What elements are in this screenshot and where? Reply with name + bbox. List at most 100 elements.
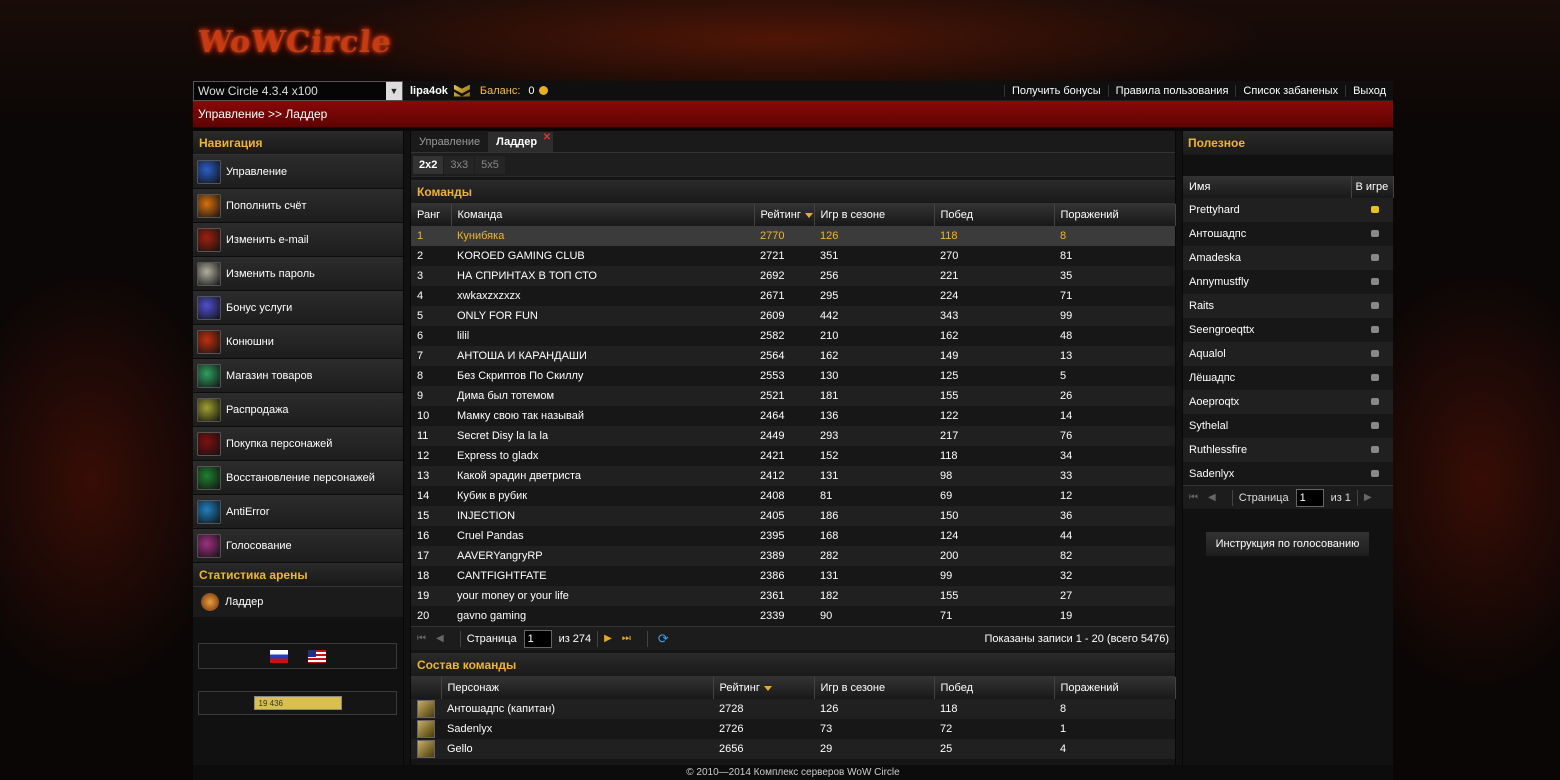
chevron-down-icon[interactable]: ▼ [386,81,402,100]
player-name: Sythelal [1183,414,1351,438]
table-row[interactable]: 15 INJECTION 2405 186 150 36 [411,506,1175,526]
nav-item[interactable]: Распродажа [193,393,403,427]
us-flag-icon[interactable] [307,649,326,663]
list-item[interactable]: Антошадпс [1183,222,1393,246]
table-row[interactable]: 3 НА СПРИНТАХ В ТОП СТО 2692 256 221 35 [411,266,1175,286]
team-rank: 15 [411,506,451,526]
first-page-icon[interactable]: ⏮ [417,633,426,644]
column-name[interactable]: Имя [1183,176,1352,198]
first-page-icon[interactable]: ⏮ [1189,492,1198,503]
nav-item[interactable]: Восстановление персонажей [193,461,403,495]
list-item[interactable]: Seengroeqttx [1183,318,1393,342]
table-row[interactable]: 17 AAVERYangryRP 2389 282 200 82 [411,546,1175,566]
list-item[interactable]: Ruthlessfire [1183,438,1393,462]
russian-flag-icon[interactable] [269,649,288,663]
column-online[interactable]: В игре [1351,176,1394,198]
nav-item[interactable]: Изменить пароль [193,257,403,291]
nav-item[interactable]: Изменить e-mail [193,223,403,257]
table-row[interactable]: 19 your money or your life 2361 182 155 27 [411,586,1175,606]
table-row[interactable]: 13 Какой эрадин дветриста 2412 131 98 33 [411,466,1175,486]
column-rank[interactable]: Ранг [411,204,452,226]
table-row[interactable]: 7 АНТОША И КАРАНДАШИ 2564 162 149 13 [411,346,1175,366]
table-row[interactable]: Sadenlyx 2726 73 72 1 [411,719,1175,739]
list-item[interactable]: Aqualol [1183,342,1393,366]
visitor-counter-box: 19 436 [198,691,397,715]
vote-instructions-button[interactable]: Инструкция по голосованию [1205,531,1370,557]
prev-page-icon[interactable]: ◀ [1208,492,1216,503]
table-row[interactable]: 12 Express to gladx 2421 152 118 34 [411,446,1175,466]
character-wins: 118 [934,699,1054,719]
table-row[interactable]: 11 Secret Disy la la la 2449 293 217 76 [411,426,1175,446]
table-row[interactable]: 14 Кубик в рубик 2408 81 69 12 [411,486,1175,506]
nav-item[interactable]: AntiError [193,495,403,529]
server-select[interactable]: Wow Circle 4.3.4 x100 ▼ [193,80,403,101]
column-roster-games[interactable]: Игр в сезоне [814,677,935,699]
table-row[interactable]: Антошадпс (капитан) 2728 126 118 8 [411,699,1175,719]
nav-item[interactable]: Пополнить счёт [193,189,403,223]
right-collapse-handle[interactable] [1176,131,1182,765]
status-icon [1371,302,1379,309]
get-bonus-link[interactable]: Получить бонусы [1003,84,1108,97]
next-page-icon[interactable]: ▶ [604,633,612,644]
nav-item[interactable]: Магазин товаров [193,359,403,393]
table-row[interactable]: Gello 2656 29 25 4 [411,739,1175,759]
team-losses: 99 [1054,306,1175,326]
tab-control[interactable]: Управление [411,132,488,152]
nav-item[interactable]: Бонус услуги [193,291,403,325]
column-roster-losses[interactable]: Поражений [1054,677,1176,699]
column-games[interactable]: Игр в сезоне [814,204,935,226]
wowcircle-logo[interactable]: WoWCircle [196,14,393,70]
column-rating[interactable]: Рейтинг [754,204,815,226]
left-collapse-handle[interactable] [404,131,410,765]
table-row[interactable]: 18 CANTFIGHTFATE 2386 131 99 32 [411,566,1175,586]
list-item[interactable]: Prettyhard [1183,198,1393,222]
refresh-icon[interactable]: ⟳ [658,631,669,647]
list-item[interactable]: Raits [1183,294,1393,318]
column-team[interactable]: Команда [451,204,755,226]
table-row[interactable]: 16 Cruel Pandas 2395 168 124 44 [411,526,1175,546]
prev-page-icon[interactable]: ◀ [436,633,444,644]
username[interactable]: lipa4ok [410,85,448,97]
table-row[interactable]: 10 Мамку свою так называй 2464 136 122 14 [411,406,1175,426]
list-item[interactable]: Sythelal [1183,414,1393,438]
banned-list-link[interactable]: Список забаненых [1235,84,1345,97]
table-row[interactable]: 2 KOROED GAMING CLUB 2721 351 270 81 [411,246,1175,266]
logout-link[interactable]: Выход [1345,84,1393,97]
next-page-icon[interactable]: ▶ [1364,492,1372,503]
rules-link[interactable]: Правила пользования [1107,84,1236,97]
column-roster-rating[interactable]: Рейтинг [713,677,815,699]
visitor-counter[interactable]: 19 436 [253,696,342,710]
last-page-icon[interactable]: ⏭ [622,633,631,644]
column-wins[interactable]: Побед [934,204,1055,226]
players-table-body: Prettyhard Антошадпс Amadeska Annymustfly Ra… [1183,198,1393,486]
nav-item[interactable]: Конюшни [193,325,403,359]
list-item[interactable]: Amadeska [1183,246,1393,270]
table-row[interactable]: 9 Дима был тотемом 2521 181 155 26 [411,386,1175,406]
page-input[interactable]: 1 [523,629,552,648]
nav-item[interactable]: Голосование [193,529,403,563]
list-item[interactable]: Лёшадпс [1183,366,1393,390]
table-row[interactable]: 8 Без Скриптов По Скиллу 2553 130 125 5 [411,366,1175,386]
table-row[interactable]: 20 gavno gaming 2339 90 71 19 [411,606,1175,626]
table-row[interactable]: 1 Кунибяка 2770 126 118 8 [411,226,1175,246]
nav-item[interactable]: Покупка персонажей [193,427,403,461]
nav-item-ladder[interactable]: Ладдер [193,587,403,617]
team-wins: 150 [934,506,1054,526]
list-item[interactable]: Sadenlyx [1183,462,1393,486]
column-losses[interactable]: Поражений [1054,204,1176,226]
tab-ladder[interactable]: Ладдер ✕ [488,132,554,152]
list-item[interactable]: Annymustfly [1183,270,1393,294]
nav-item[interactable]: Управление [193,155,403,189]
tab-5x5[interactable]: 5x5 [475,155,505,174]
tab-2x2[interactable]: 2x2 [413,155,444,174]
column-roster-wins[interactable]: Побед [934,677,1055,699]
players-page-input[interactable]: 1 [1295,488,1324,507]
close-icon[interactable]: ✕ [543,132,551,143]
tab-3x3[interactable]: 3x3 [444,155,475,174]
column-character[interactable]: Персонаж [441,677,714,699]
table-row[interactable]: 6 lilil 2582 210 162 48 [411,326,1175,346]
table-row[interactable]: 4 xwkaxzxzxzx 2671 295 224 71 [411,286,1175,306]
team-name: INJECTION [451,506,754,526]
table-row[interactable]: 5 ONLY FOR FUN 2609 442 343 99 [411,306,1175,326]
list-item[interactable]: Aoeproqtx [1183,390,1393,414]
